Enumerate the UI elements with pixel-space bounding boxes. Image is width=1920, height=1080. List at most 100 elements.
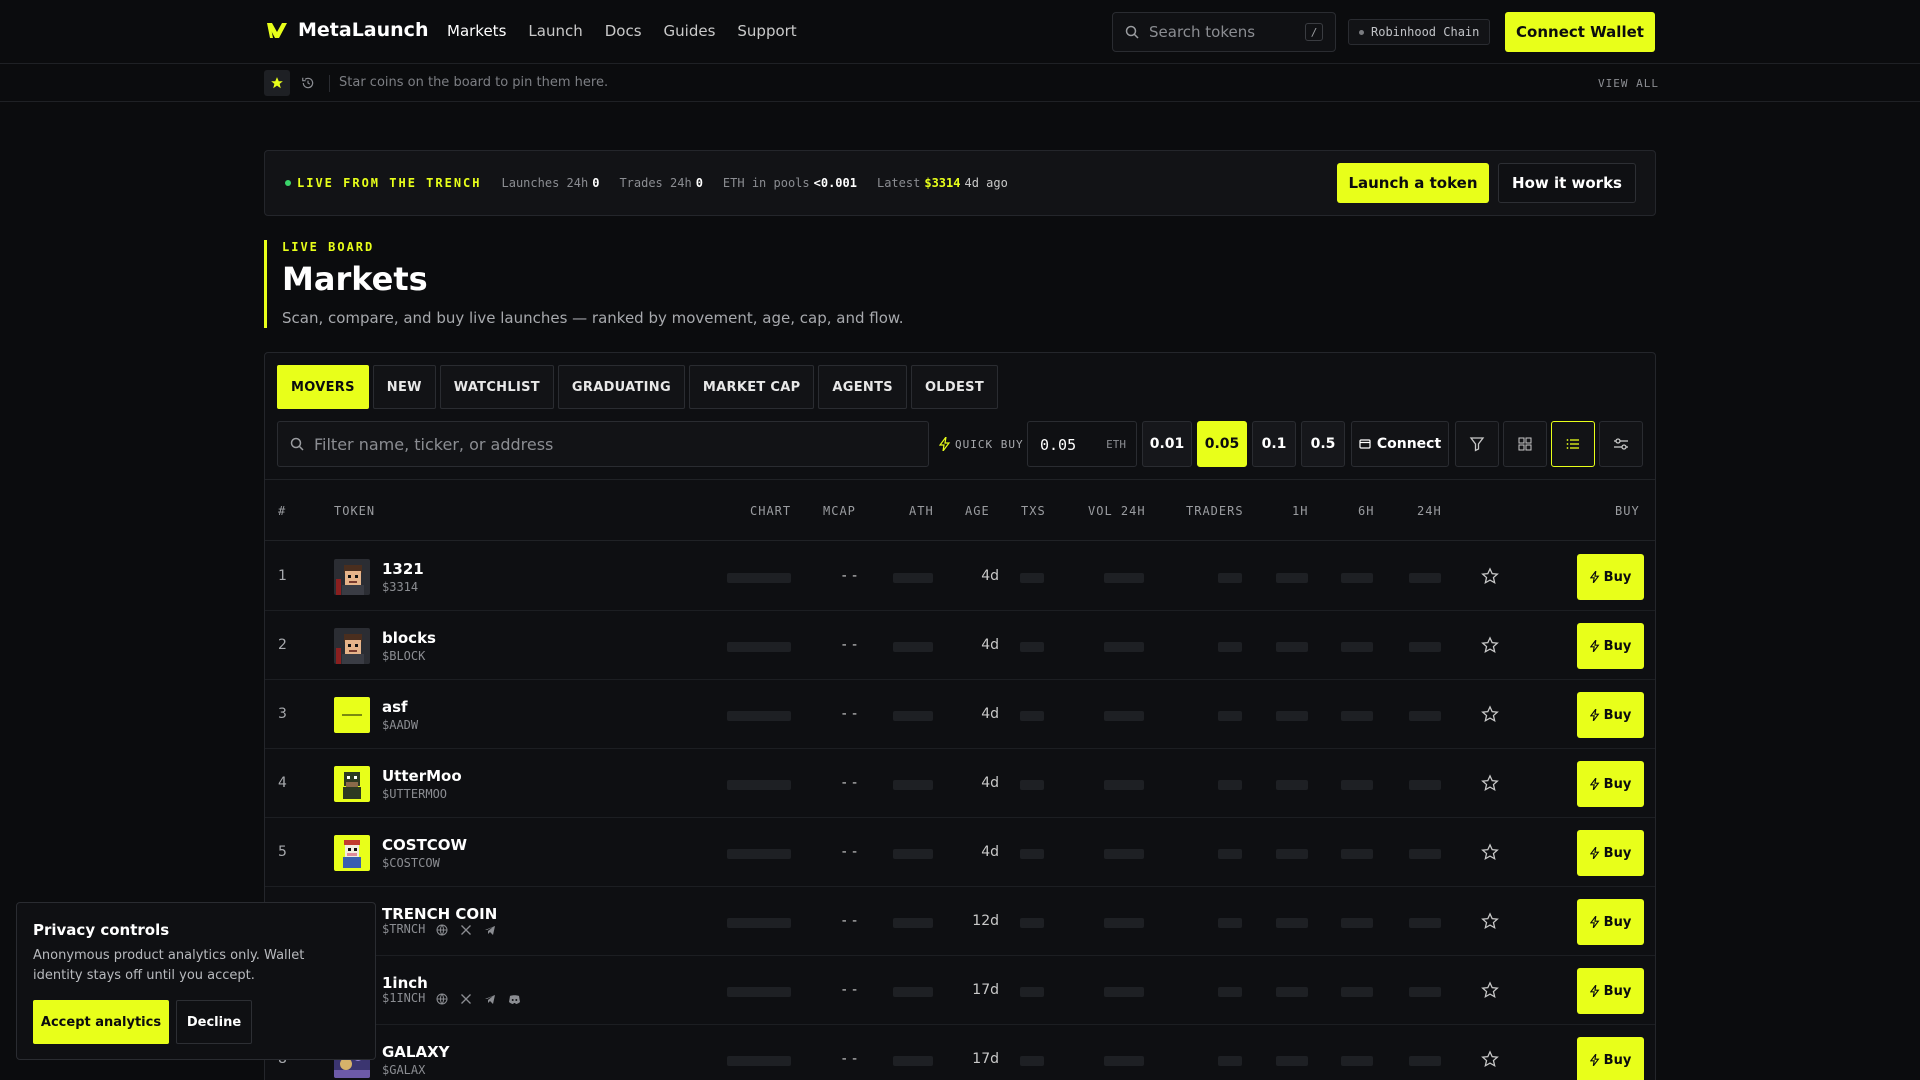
chain-selector[interactable]: Robinhood Chain xyxy=(1348,19,1491,45)
table-row[interactable]: 1 1321 $3314 -- 4d Buy xyxy=(265,542,1655,611)
col-token[interactable]: TOKEN xyxy=(334,504,375,518)
x-icon[interactable] xyxy=(459,992,473,1006)
x-icon[interactable] xyxy=(459,923,473,937)
token-avatar[interactable] xyxy=(334,697,370,733)
token-name[interactable]: COSTCOW xyxy=(382,836,467,854)
buy-button[interactable]: Buy xyxy=(1577,761,1644,807)
tab-watchlist[interactable]: WATCHLIST xyxy=(439,365,554,409)
star-icon[interactable] xyxy=(1481,705,1499,723)
buy-button[interactable]: Buy xyxy=(1577,692,1644,738)
globe-icon[interactable] xyxy=(435,923,449,937)
token-mcap: -- xyxy=(840,568,861,584)
tab-agents[interactable]: AGENTS xyxy=(818,365,907,409)
nav-link-support[interactable]: Support xyxy=(737,22,796,40)
tab-oldest[interactable]: OLDEST xyxy=(910,365,998,409)
connect-wallet-button[interactable]: Connect Wallet xyxy=(1505,12,1655,52)
amount-preset-0-5[interactable]: 0.5 xyxy=(1301,421,1345,467)
history-icon xyxy=(302,77,314,89)
filter-button[interactable] xyxy=(1455,421,1499,467)
loading-placeholder xyxy=(893,711,933,721)
token-avatar[interactable] xyxy=(334,835,370,871)
brand-logo[interactable]: MetaLaunch xyxy=(266,19,428,41)
col-traders[interactable]: TRADERS xyxy=(1186,504,1244,518)
sliders-icon xyxy=(1614,438,1628,450)
star-icon[interactable] xyxy=(1481,636,1499,654)
view-all-link[interactable]: VIEW ALL xyxy=(1598,77,1659,90)
accept-analytics-button[interactable]: Accept analytics xyxy=(33,1000,169,1044)
star-icon[interactable] xyxy=(1481,774,1499,792)
table-row[interactable]: 8GALAXY$GALAX--17dBuy xyxy=(265,1025,1655,1080)
bolt-icon xyxy=(1589,709,1600,721)
token-name[interactable]: asf xyxy=(382,698,408,716)
col-age[interactable]: AGE xyxy=(965,504,990,518)
token-avatar[interactable] xyxy=(334,628,370,664)
col-6h[interactable]: 6H xyxy=(1358,504,1374,518)
nav-link-guides[interactable]: Guides xyxy=(664,22,716,40)
board-filter-input[interactable]: Filter name, ticker, or address xyxy=(277,421,929,467)
stat-latest[interactable]: Latest $3314 4d ago xyxy=(877,176,1008,190)
loading-placeholder xyxy=(1020,711,1044,721)
buy-button[interactable]: Buy xyxy=(1577,899,1644,945)
list-icon xyxy=(1566,439,1579,449)
table-row[interactable]: 3 asf $AADW -- 4d Buy xyxy=(265,680,1655,749)
token-name[interactable]: 1inch xyxy=(382,974,428,992)
col-vol[interactable]: VOL 24H xyxy=(1088,504,1146,518)
amount-preset-0-01[interactable]: 0.01 xyxy=(1142,421,1192,467)
star-icon[interactable] xyxy=(1481,912,1499,930)
token-name[interactable]: UtterMoo xyxy=(382,767,462,785)
buy-button[interactable]: Buy xyxy=(1577,1037,1644,1080)
launch-token-button[interactable]: Launch a token xyxy=(1337,163,1489,203)
decline-button[interactable]: Decline xyxy=(176,1000,252,1044)
table-row[interactable]: 4 UtterMoo $UTTERMOO -- 4d Buy xyxy=(265,749,1655,818)
tab-graduating[interactable]: GRADUATING xyxy=(557,365,685,409)
quick-buy-amount-input[interactable]: 0.05 ETH xyxy=(1027,421,1137,467)
star-icon[interactable] xyxy=(1481,843,1499,861)
table-row[interactable]: 71inch$1INCH--17dBuy xyxy=(265,956,1655,1025)
amount-preset-0-05[interactable]: 0.05 xyxy=(1197,421,1247,467)
loading-placeholder xyxy=(1020,918,1044,928)
table-row[interactable]: 5 COSTCOW $COSTCOW -- 4d Buy xyxy=(265,818,1655,887)
token-avatar[interactable] xyxy=(334,559,370,595)
token-name[interactable]: TRENCH COIN xyxy=(382,905,497,923)
quick-buy-connect-button[interactable]: Connect xyxy=(1351,421,1449,467)
nav-link-markets[interactable]: Markets xyxy=(447,22,506,40)
recent-tab[interactable] xyxy=(298,73,318,93)
how-it-works-button[interactable]: How it works xyxy=(1498,163,1636,203)
tab-market-cap[interactable]: MARKET CAP xyxy=(688,365,815,409)
token-search-input[interactable]: Search tokens / xyxy=(1112,12,1336,52)
col-txs[interactable]: TXS xyxy=(1021,504,1046,518)
list-view-button[interactable] xyxy=(1551,421,1595,467)
token-name[interactable]: blocks xyxy=(382,629,436,647)
pinned-tab[interactable] xyxy=(264,70,290,96)
telegram-icon[interactable] xyxy=(483,992,497,1006)
star-icon[interactable] xyxy=(1481,1050,1499,1068)
telegram-icon[interactable] xyxy=(483,923,497,937)
nav-link-docs[interactable]: Docs xyxy=(605,22,642,40)
tab-movers[interactable]: MOVERS xyxy=(277,365,369,409)
col-chart: CHART xyxy=(750,504,792,518)
star-icon[interactable] xyxy=(1481,981,1499,999)
col-1h[interactable]: 1H xyxy=(1292,504,1308,518)
discord-icon[interactable] xyxy=(507,992,521,1006)
buy-button[interactable]: Buy xyxy=(1577,830,1644,876)
tab-new[interactable]: NEW xyxy=(372,365,436,409)
table-row[interactable]: 6TRENCH COIN$TRNCH--12dBuy xyxy=(265,887,1655,956)
buy-button[interactable]: Buy xyxy=(1577,623,1644,669)
table-row[interactable]: 2 blocks $BLOCK -- 4d Buy xyxy=(265,611,1655,680)
settings-button[interactable] xyxy=(1599,421,1643,467)
eyebrow-label: LIVE BOARD xyxy=(282,240,375,254)
star-icon[interactable] xyxy=(1481,567,1499,585)
col-24h[interactable]: 24H xyxy=(1417,504,1442,518)
nav-link-launch[interactable]: Launch xyxy=(528,22,582,40)
buy-button[interactable]: Buy xyxy=(1577,554,1644,600)
col-ath[interactable]: ATH xyxy=(909,504,934,518)
globe-icon[interactable] xyxy=(435,992,449,1006)
token-avatar[interactable] xyxy=(334,766,370,802)
buy-button[interactable]: Buy xyxy=(1577,968,1644,1014)
token-name[interactable]: GALAXY xyxy=(382,1043,450,1061)
col-mcap[interactable]: MCAP xyxy=(823,504,856,518)
token-name[interactable]: 1321 xyxy=(382,560,424,578)
bolt-icon xyxy=(1589,571,1600,583)
amount-preset-0-1[interactable]: 0.1 xyxy=(1252,421,1296,467)
grid-view-button[interactable] xyxy=(1503,421,1547,467)
